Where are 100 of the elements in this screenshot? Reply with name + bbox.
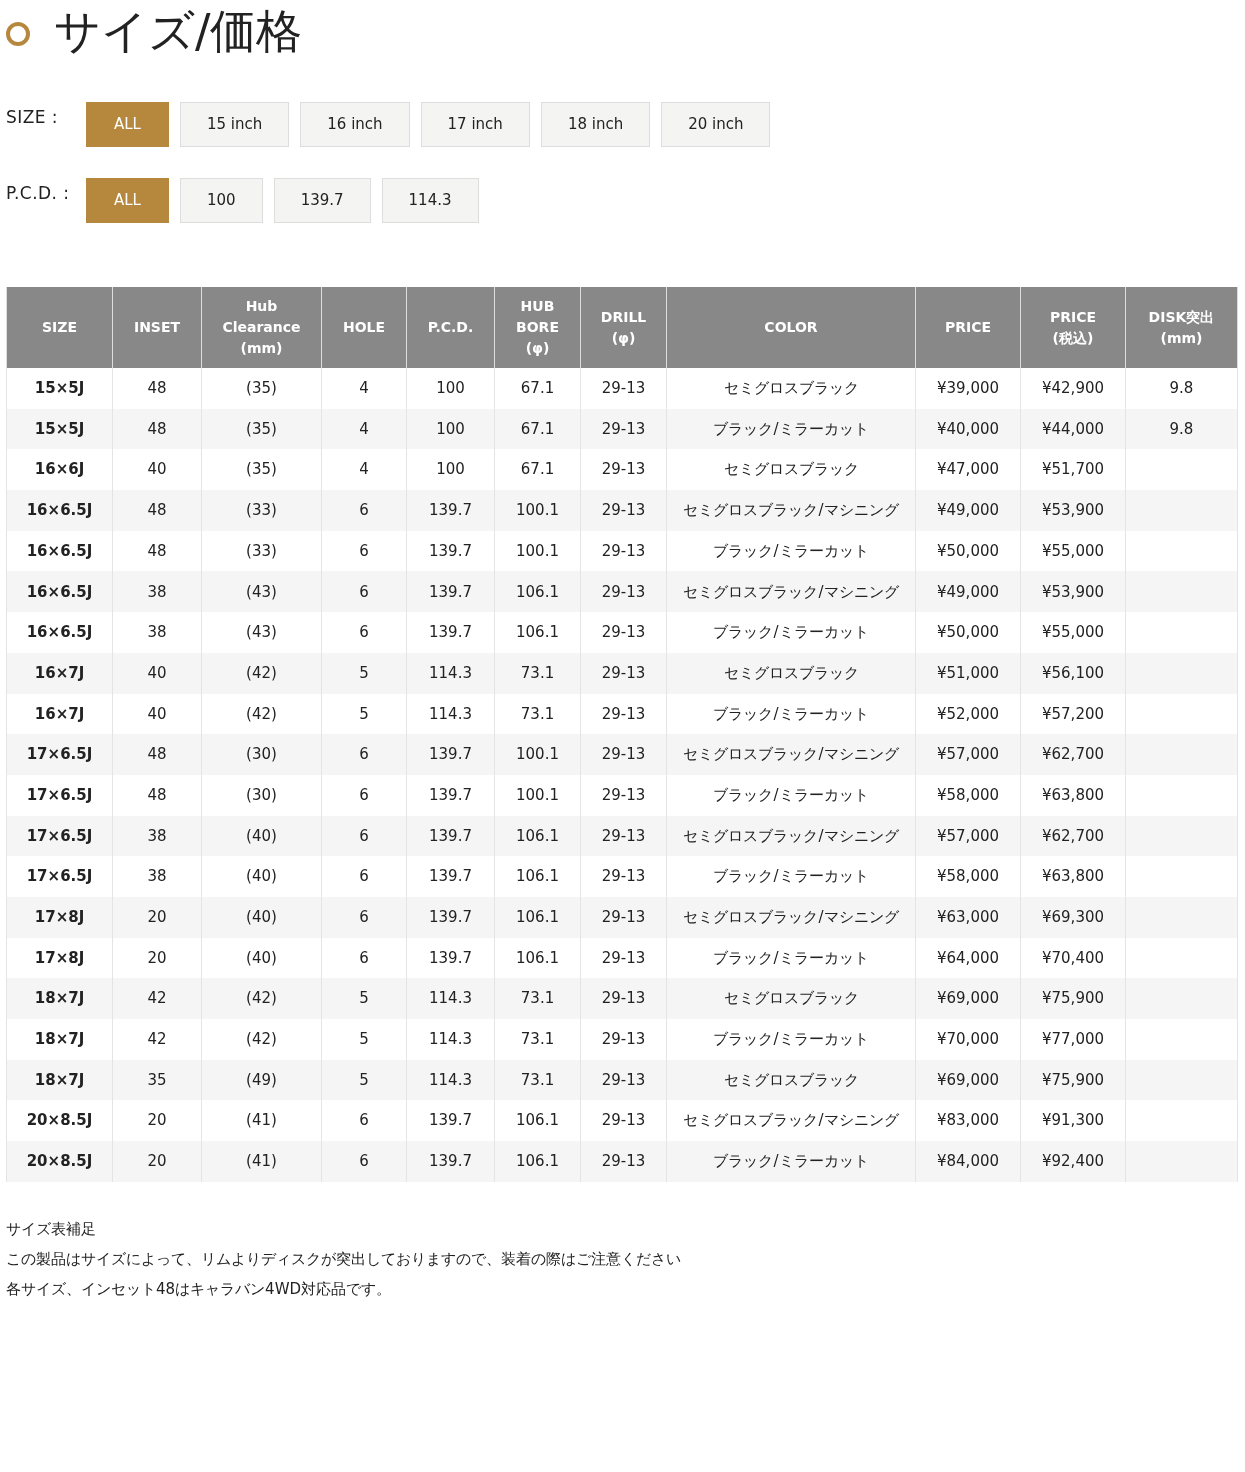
table-cell: 139.7 <box>429 867 472 886</box>
table-cell: セミグロスブラック <box>723 379 859 398</box>
table-cell: 9.8 <box>1169 419 1194 438</box>
table-cell: 67.1 <box>520 460 555 479</box>
table-cell: 6 <box>359 867 369 886</box>
table-cell: 67.1 <box>520 419 555 438</box>
table-cell: 6 <box>359 948 369 967</box>
filter-button[interactable]: 17 inch <box>420 102 530 147</box>
table-cell: 38 <box>147 867 167 886</box>
table-cell: ¥57,000 <box>937 826 999 845</box>
column-header: DISK突出 (mm) <box>1125 287 1238 368</box>
table-cell: (42) <box>246 1030 277 1049</box>
table-cell: 29-13 <box>601 989 646 1008</box>
table-cell: 18×7J <box>34 989 85 1008</box>
table-cell: セミグロスブラック/マシニング <box>683 501 899 520</box>
table-cell: 106.1 <box>516 1152 559 1171</box>
table-cell: 73.1 <box>520 989 555 1008</box>
table-cell: 42 <box>147 1030 167 1049</box>
table-cell: 5 <box>359 1030 369 1049</box>
table-cell: ¥77,000 <box>1042 1030 1104 1049</box>
table-cell: ブラック/ミラーカット <box>713 623 869 642</box>
table-cell: 38 <box>147 623 167 642</box>
table-cell: セミグロスブラック <box>723 460 859 479</box>
table-cell: 20×8.5J <box>26 1111 93 1130</box>
table-cell: ¥40,000 <box>937 419 999 438</box>
table-cell: ¥64,000 <box>937 948 999 967</box>
table-cell: 6 <box>359 745 369 764</box>
table-cell: セミグロスブラック <box>723 1070 859 1089</box>
table-cell: 48 <box>147 501 167 520</box>
table-cell: 100.1 <box>516 745 559 764</box>
table-cell: 17×8J <box>34 908 85 927</box>
filter-button[interactable]: 114.3 <box>381 178 479 223</box>
table-cell: 17×6.5J <box>26 826 93 845</box>
table-cell: ¥83,000 <box>937 1111 999 1130</box>
note-text: サイズ表補足 <box>6 1218 97 1240</box>
table-cell: 16×7J <box>34 663 85 682</box>
table-cell: ¥58,000 <box>937 785 999 804</box>
table-cell: 139.7 <box>429 908 472 927</box>
table-cell: (43) <box>246 582 277 601</box>
table-cell: (40) <box>246 826 277 845</box>
table-cell: 139.7 <box>429 745 472 764</box>
table-cell: (35) <box>246 460 277 479</box>
table-cell: ブラック/ミラーカット <box>713 867 869 886</box>
table-cell: 48 <box>147 419 167 438</box>
table-cell: (49) <box>246 1070 277 1089</box>
table-cell: ¥75,900 <box>1042 1070 1104 1089</box>
table-cell: 40 <box>147 663 167 682</box>
column-header: P.C.D. <box>406 287 495 368</box>
table-cell: 6 <box>359 1111 369 1130</box>
table-cell: 48 <box>147 541 167 560</box>
table-cell: 6 <box>359 826 369 845</box>
table-cell: ¥69,000 <box>937 1070 999 1089</box>
table-cell: セミグロスブラック/マシニング <box>683 826 899 845</box>
table-cell: 18×7J <box>34 1070 85 1089</box>
table-cell: 6 <box>359 501 369 520</box>
table-cell: (40) <box>246 908 277 927</box>
column-header: DRILL (φ) <box>580 287 667 368</box>
table-cell: 17×6.5J <box>26 867 93 886</box>
table-cell: 5 <box>359 663 369 682</box>
table-cell: ¥56,100 <box>1042 663 1104 682</box>
table-cell: セミグロスブラック/マシニング <box>683 745 899 764</box>
table-cell: 29-13 <box>601 908 646 927</box>
table-cell: 29-13 <box>601 379 646 398</box>
table-cell: ¥58,000 <box>937 867 999 886</box>
column-header: HUB BORE (φ) <box>494 287 581 368</box>
table-cell: (41) <box>246 1152 277 1171</box>
table-cell: ¥63,800 <box>1042 867 1104 886</box>
filter-button[interactable]: 20 inch <box>661 102 771 147</box>
table-cell: 29-13 <box>601 785 646 804</box>
table-cell: 5 <box>359 1070 369 1089</box>
page-title: サイズ/価格 <box>54 3 303 59</box>
table-cell: 106.1 <box>516 948 559 967</box>
table-cell: ¥57,200 <box>1042 704 1104 723</box>
table-cell: ¥70,000 <box>937 1030 999 1049</box>
table-cell: ブラック/ミラーカット <box>713 541 869 560</box>
table-cell: 48 <box>147 785 167 804</box>
table-cell: 4 <box>359 379 369 398</box>
filter-button[interactable]: 18 inch <box>540 102 651 147</box>
table-cell: 5 <box>359 989 369 1008</box>
table-cell: 16×6.5J <box>26 582 93 601</box>
table-cell: 29-13 <box>601 948 646 967</box>
table-cell: 35 <box>147 1070 167 1089</box>
filter-button[interactable]: 15 inch <box>180 102 290 147</box>
filter-button[interactable]: 139.7 <box>273 178 371 223</box>
table-cell: 16×6.5J <box>26 501 93 520</box>
filter-button[interactable]: 16 inch <box>300 102 410 147</box>
table-cell: 15×5J <box>34 419 85 438</box>
note-text: 各サイズ、インセット48はキャラバン4WD対応品です。 <box>6 1278 392 1300</box>
table-cell: 100 <box>436 379 465 398</box>
table-cell: 20 <box>147 1152 167 1171</box>
table-cell: 29-13 <box>601 867 646 886</box>
table-cell: 29-13 <box>601 1030 646 1049</box>
table-cell: 100 <box>436 419 465 438</box>
filter-button[interactable]: 100 <box>180 178 263 223</box>
table-cell: 73.1 <box>520 663 555 682</box>
table-cell: セミグロスブラック/マシニング <box>683 582 899 601</box>
table-cell: 6 <box>359 541 369 560</box>
table-cell: 9.8 <box>1169 379 1194 398</box>
table-cell: 29-13 <box>601 582 646 601</box>
table-cell: 6 <box>359 908 369 927</box>
